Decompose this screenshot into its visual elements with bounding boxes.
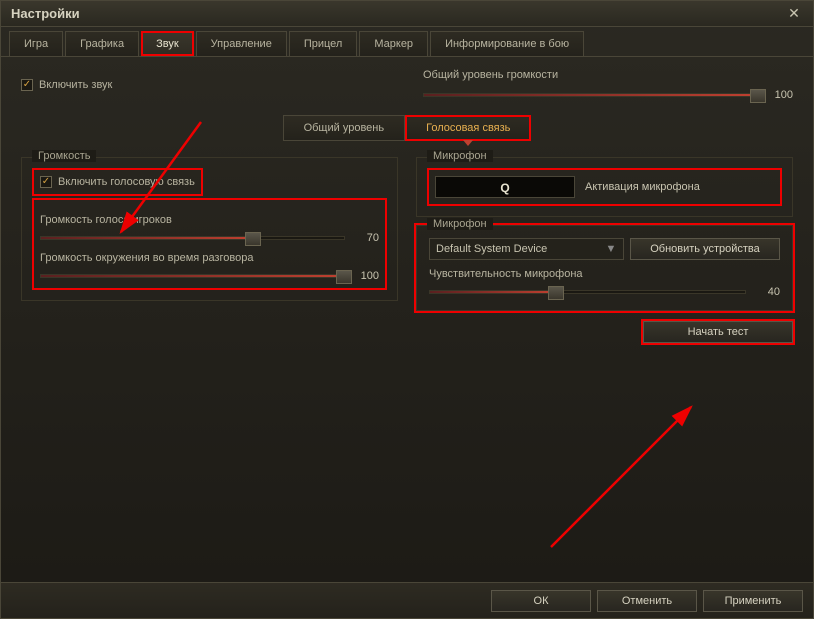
subtab-general[interactable]: Общий уровень xyxy=(283,115,406,141)
ambient-volume-value: 100 xyxy=(353,270,379,282)
tab-battlelog[interactable]: Информирование в бою xyxy=(430,31,584,56)
mic-sensitivity-value: 40 xyxy=(754,286,780,298)
enable-voice-row: Включить голосовую связь xyxy=(34,170,201,194)
mic-sensitivity-slider[interactable] xyxy=(429,290,746,294)
chevron-down-icon: ▼ xyxy=(605,243,617,255)
main-tabbar: Игра Графика Звук Управление Прицел Марк… xyxy=(1,27,813,57)
master-volume-slider[interactable] xyxy=(423,93,759,97)
content-pane: Включить звук Общий уровень громкости 10… xyxy=(1,57,813,577)
footer: ОК Отменить Применить xyxy=(1,582,813,618)
apply-button[interactable]: Применить xyxy=(703,590,803,612)
mic-activation-fieldset: Микрофон Q Активация микрофона xyxy=(416,157,793,217)
tab-sound[interactable]: Звук xyxy=(141,31,194,56)
titlebar: Настройки ✕ xyxy=(1,1,813,27)
window-title: Настройки xyxy=(11,6,80,21)
ptt-key-input[interactable]: Q xyxy=(435,176,575,198)
ok-button[interactable]: ОК xyxy=(491,590,591,612)
subtab-voice[interactable]: Голосовая связь xyxy=(405,115,531,141)
mic-device-legend: Микрофон xyxy=(427,218,493,230)
volume-fieldset: Громкость Включить голосовую связь Громк… xyxy=(21,157,398,301)
tab-graphics[interactable]: Графика xyxy=(65,31,139,56)
ambient-volume-slider[interactable] xyxy=(40,274,345,278)
volume-legend: Громкость xyxy=(32,150,96,162)
enable-sound-checkbox[interactable] xyxy=(21,79,33,91)
tab-controls[interactable]: Управление xyxy=(196,31,287,56)
mic-sensitivity-label: Чувствительность микрофона xyxy=(429,268,780,280)
cancel-button[interactable]: Отменить xyxy=(597,590,697,612)
close-icon[interactable]: ✕ xyxy=(785,5,803,23)
enable-sound-row: Включить звук xyxy=(21,79,112,91)
enable-sound-label: Включить звук xyxy=(39,79,112,91)
refresh-devices-button[interactable]: Обновить устройства xyxy=(630,238,780,260)
tab-marker[interactable]: Маркер xyxy=(359,31,428,56)
master-volume-label: Общий уровень громкости xyxy=(423,69,793,81)
tab-game[interactable]: Игра xyxy=(9,31,63,56)
ptt-label: Активация микрофона xyxy=(585,181,700,193)
ambient-volume-label: Громкость окружения во время разговора xyxy=(40,252,379,264)
master-volume-value: 100 xyxy=(767,89,793,101)
mic-activation-legend: Микрофон xyxy=(427,150,493,162)
annotation-arrow xyxy=(541,397,711,557)
enable-voice-label: Включить голосовую связь xyxy=(58,176,195,188)
mic-device-select[interactable]: Default System Device ▼ xyxy=(429,238,624,260)
enable-voice-checkbox[interactable] xyxy=(40,176,52,188)
start-test-button[interactable]: Начать тест xyxy=(643,321,793,343)
mic-device-selected: Default System Device xyxy=(436,243,547,255)
player-voice-volume-value: 70 xyxy=(353,232,379,244)
player-voice-volume-label: Громкость голоса игроков xyxy=(40,214,379,226)
settings-window: Настройки ✕ Игра Графика Звук Управление… xyxy=(0,0,814,619)
tab-aim[interactable]: Прицел xyxy=(289,31,358,56)
sound-subtabs: Общий уровень Голосовая связь xyxy=(21,115,793,141)
player-voice-volume-slider[interactable] xyxy=(40,236,345,240)
mic-device-fieldset: Микрофон Default System Device ▼ Обновит… xyxy=(416,225,793,311)
